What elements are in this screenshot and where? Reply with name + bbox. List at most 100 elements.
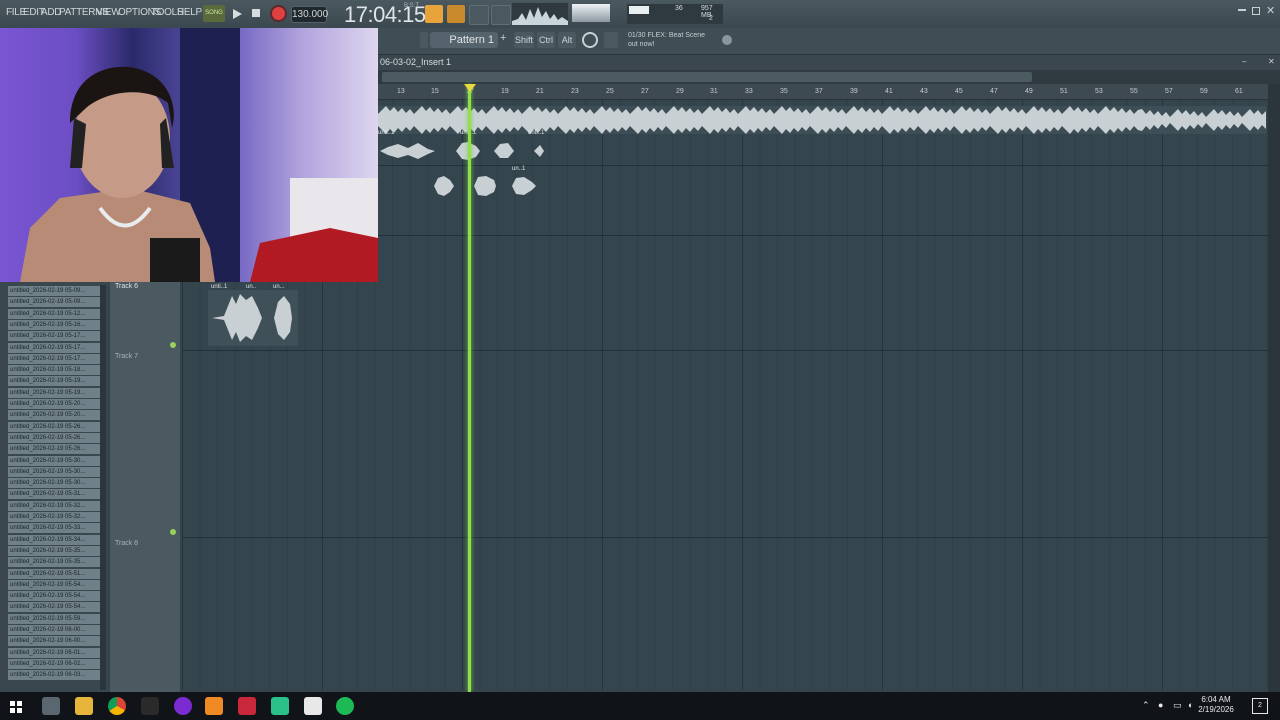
browser-file-item[interactable]: untitled_2026-02-19 05-20...	[8, 399, 100, 409]
notification-icon[interactable]: 2	[1252, 698, 1268, 714]
audio-clip-main[interactable]	[378, 106, 1266, 134]
chrome-icon[interactable]	[108, 697, 126, 715]
browser-file-item[interactable]: untitled_2026-02-19 05-17...	[8, 353, 100, 364]
browser-file-item[interactable]: untitled_2026-02-19 05-30...	[8, 455, 100, 466]
browser-file-item[interactable]: untitled_2026-02-19 05-54...	[8, 579, 100, 590]
browser-file-item[interactable]: untitled_2026-02-19 05-54...	[8, 602, 100, 613]
playhead-marker-icon[interactable]	[464, 84, 476, 93]
song-mode-button[interactable]: SONG	[203, 5, 225, 22]
browser-file-item[interactable]: untitled_2026-02-19 05-32...	[8, 512, 100, 522]
clip-label: unti..1	[528, 130, 545, 136]
snap-icon[interactable]	[491, 5, 511, 25]
browser-file-item[interactable]: untitled_2026-02-19 05-35...	[8, 557, 100, 568]
browser-file-item[interactable]: untitled_2026-02-19 05-54...	[8, 591, 100, 602]
track-7-label[interactable]: Track 7	[115, 353, 138, 360]
file-explorer-icon[interactable]	[75, 697, 93, 715]
browser-file-item[interactable]: untitled_2026-02-19 05-19...	[8, 376, 100, 387]
track-6-label[interactable]: Track 6	[115, 283, 138, 290]
browser-file-item[interactable]: untitled_2026-02-19 06-00...	[8, 636, 100, 647]
stop-button[interactable]	[252, 9, 260, 17]
browser-file-item[interactable]: untitled_2026-02-19 05-30...	[8, 466, 100, 477]
browser-file-item[interactable]: untitled_2026-02-19 05-26...	[8, 432, 100, 443]
tray-chevron-icon[interactable]: ⌃	[1142, 700, 1150, 711]
discord-icon[interactable]	[174, 697, 192, 715]
browser-file-item[interactable]: untitled_2026-02-19 06-01...	[8, 647, 100, 658]
shop-cart-icon[interactable]	[604, 32, 618, 48]
play-button[interactable]	[231, 7, 243, 19]
vertical-scrollbar[interactable]	[1268, 84, 1280, 692]
microphone-icon[interactable]: ●	[1158, 700, 1163, 710]
browser-file-item[interactable]: untitled_2026-02-19 05-59...	[8, 613, 100, 624]
browser-file-item[interactable]: untitled_2026-02-19 05-18...	[8, 365, 100, 376]
close-icon[interactable]: ✕	[1266, 4, 1275, 17]
ctrl-key-button[interactable]: Ctrl	[537, 32, 555, 48]
track-6-mute-icon[interactable]	[170, 342, 176, 348]
speaker-icon[interactable]: ◐	[1188, 700, 1193, 710]
playhead[interactable]	[468, 84, 471, 692]
master-volume-icon[interactable]	[572, 4, 610, 22]
track-8-mute-icon[interactable]	[170, 529, 176, 535]
browser-file-item[interactable]: untitled_2026-02-19 05-51...	[8, 568, 100, 579]
browser-file-item[interactable]: untitled_2026-02-19 05-16...	[8, 319, 100, 330]
browser-file-item[interactable]: untitled_2026-02-19 05-33...	[8, 523, 100, 534]
alt-key-button[interactable]: Alt	[558, 32, 576, 48]
ruler-bar-number: 49	[1025, 88, 1033, 95]
add-pattern-icon[interactable]: +	[500, 32, 506, 44]
browser-file-item[interactable]: untitled_2026-02-19 06-02...	[8, 658, 100, 669]
browser-file-item[interactable]: untitled_2026-02-19 05-30...	[8, 478, 100, 489]
capcut-icon[interactable]	[304, 697, 322, 715]
ruler-bar-number: 53	[1095, 88, 1103, 95]
pattern-prev-icon[interactable]	[420, 32, 428, 48]
wait-for-input-icon[interactable]	[469, 5, 489, 25]
browser-scrollbar[interactable]	[100, 285, 106, 690]
browser-file-item[interactable]: untitled_2026-02-19 05-26...	[8, 421, 100, 432]
horizontal-scrollbar[interactable]	[378, 70, 1280, 84]
browser-file-item[interactable]: untitled_2026-02-19 06-03...	[8, 670, 100, 681]
playlist-close-icon[interactable]: ✕	[1268, 57, 1275, 66]
voicemeeter-icon[interactable]	[238, 697, 256, 715]
audio-clip-row2[interactable]	[378, 138, 568, 164]
browser-file-item[interactable]: untitled_2026-02-19 05-09...	[8, 286, 100, 296]
track-8-label[interactable]: Track 8	[115, 540, 138, 547]
browser-file-item[interactable]: untitled_2026-02-19 05-26...	[8, 444, 100, 455]
browser-file-item[interactable]: untitled_2026-02-19 05-17...	[8, 342, 100, 353]
metronome-icon[interactable]	[447, 5, 465, 23]
playlist-minimize-icon[interactable]: –	[1242, 57, 1246, 66]
browser-file-item[interactable]: untitled_2026-02-19 05-09...	[8, 297, 100, 308]
spotify-icon[interactable]	[336, 697, 354, 715]
news-hint[interactable]: 01/30 FLEX: Beat Scene out now!	[628, 31, 705, 49]
browser-file-item[interactable]: untitled_2026-02-19 05-34...	[8, 534, 100, 545]
maximize-icon[interactable]	[1252, 7, 1260, 15]
network-icon[interactable]: ▭	[1173, 700, 1182, 711]
fl-studio-icon[interactable]	[205, 697, 223, 715]
shift-key-button[interactable]: Shift	[514, 32, 534, 48]
minimize-icon[interactable]	[1238, 9, 1246, 11]
browser-file-item[interactable]: untitled_2026-02-19 05-32...	[8, 500, 100, 511]
browser-file-item[interactable]: untitled_2026-02-19 05-35...	[8, 545, 100, 556]
app-icon[interactable]	[271, 697, 289, 715]
pattern-selector[interactable]: Pattern 1	[430, 32, 498, 48]
pattern-song-toggle-icon[interactable]	[425, 5, 443, 23]
menu-view[interactable]: VIEW	[96, 7, 121, 18]
scrollbar-thumb[interactable]	[382, 72, 1032, 82]
touch-keyboard-icon[interactable]	[582, 32, 598, 48]
browser-file-item[interactable]: untitled_2026-02-19 05-17...	[8, 331, 100, 342]
epic-games-icon[interactable]	[141, 697, 159, 715]
globe-icon[interactable]	[722, 35, 732, 45]
tray-clock[interactable]: 6:04 AM 2/19/2026	[1196, 695, 1236, 715]
browser-file-item[interactable]: untitled_2026-02-19 05-20...	[8, 410, 100, 421]
menu-help[interactable]: HELP	[177, 7, 202, 18]
audio-clip-row3[interactable]	[432, 172, 542, 200]
ruler-bar-number: 41	[885, 88, 893, 95]
browser-file-item[interactable]: untitled_2026-02-19 06-00...	[8, 625, 100, 635]
settings-icon[interactable]	[42, 697, 60, 715]
record-button[interactable]	[272, 7, 285, 20]
browser-file-item[interactable]: untitled_2026-02-19 05-12...	[8, 308, 100, 319]
tempo-display[interactable]: 130.000	[291, 6, 328, 23]
clip-label: unti..1	[378, 130, 395, 136]
start-button[interactable]	[10, 700, 22, 713]
audio-clip-track6[interactable]	[208, 290, 298, 346]
ruler-bar-number: 13	[397, 88, 405, 95]
browser-file-item[interactable]: untitled_2026-02-19 05-19...	[8, 387, 100, 398]
browser-file-item[interactable]: untitled_2026-02-19 05-31...	[8, 489, 100, 500]
